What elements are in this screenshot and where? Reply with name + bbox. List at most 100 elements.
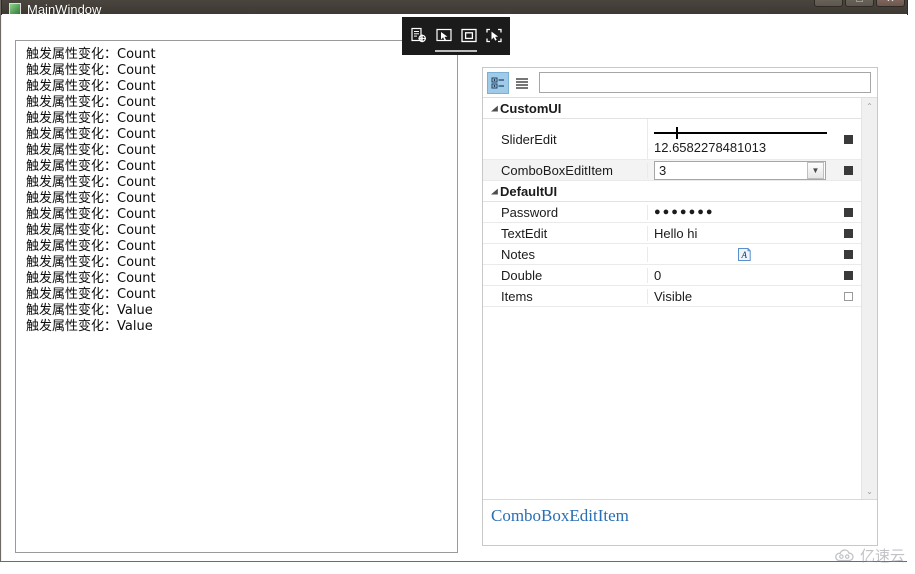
scroll-up-arrow-icon[interactable]: ⌃	[862, 98, 877, 114]
log-line: 触发属性变化：Count	[26, 271, 156, 286]
scroll-down-arrow-icon[interactable]: ⌄	[862, 483, 877, 499]
property-label: TextEdit	[483, 225, 648, 241]
property-grid-body: ◢ CustomUI SliderEdit 12.6582278481013 Combo…	[483, 98, 877, 499]
close-button[interactable]: ✕	[876, 0, 905, 7]
category-expand-arrow-icon[interactable]: ◢	[489, 182, 500, 200]
watermark-text: 亿速云	[859, 547, 905, 565]
property-label: Password	[483, 204, 648, 220]
property-grid-toolbar	[483, 68, 877, 98]
marker-filled-icon[interactable]	[843, 228, 853, 238]
slider-thumb[interactable]	[676, 126, 679, 139]
log-line: 触发属性变化：Count	[26, 207, 156, 222]
category-expand-arrow-icon[interactable]: ◢	[489, 99, 500, 117]
property-label: Double	[483, 267, 648, 283]
property-grid-rows: ◢ CustomUI SliderEdit 12.6582278481013 Combo…	[483, 98, 861, 499]
property-grid-panel: ◢ CustomUI SliderEdit 12.6582278481013 Combo…	[482, 67, 878, 546]
property-label: ComboBoxEditItem	[483, 162, 648, 178]
log-output-panel[interactable]: 触发属性变化：Count 触发属性变化：Count 触发属性变化：Count 触发属性…	[15, 40, 458, 553]
log-line: 触发属性变化：Value	[26, 319, 153, 334]
log-line: 触发属性变化：Count	[26, 255, 156, 270]
property-binding-marker[interactable]	[835, 249, 861, 259]
log-line: 触发属性变化：Count	[26, 191, 156, 206]
category-label: CustomUI	[500, 100, 562, 116]
combobox-editor[interactable]: 3 ▼	[654, 160, 826, 180]
property-binding-marker[interactable]	[835, 228, 861, 238]
log-line: 触发属性变化：Count	[26, 223, 156, 238]
property-label: Items	[483, 288, 648, 304]
property-value-cell[interactable]: A	[648, 247, 835, 262]
log-line: 触发属性变化：Count	[26, 47, 156, 62]
property-binding-marker[interactable]	[835, 270, 861, 280]
property-value-cell[interactable]: Visible	[648, 289, 835, 304]
property-row[interactable]: Password ●●●●●●●	[483, 202, 861, 223]
property-row[interactable]: Double 0	[483, 265, 861, 286]
property-label: Notes	[483, 246, 648, 262]
property-binding-marker[interactable]	[835, 119, 861, 159]
category-label: DefaultUI	[500, 183, 558, 199]
log-line: 触发属性变化：Count	[26, 63, 156, 78]
slider-control[interactable]	[654, 126, 827, 140]
alphabetical-view-icon[interactable]	[511, 72, 533, 94]
inspect-element-icon[interactable]	[408, 25, 430, 47]
slider-track[interactable]	[654, 131, 827, 134]
property-description-title: ComboBoxEditItem	[491, 506, 629, 525]
marker-filled-icon[interactable]	[843, 134, 853, 144]
property-value-cell[interactable]: 3 ▼	[648, 160, 835, 180]
cursor-frame-icon[interactable]	[433, 25, 455, 47]
property-row[interactable]: Items Visible	[483, 286, 861, 307]
property-binding-marker[interactable]	[835, 207, 861, 217]
client-area: 触发属性变化：Count 触发属性变化：Count 触发属性变化：Count 触发属性…	[2, 14, 907, 561]
password-value: ●●●●●●●	[654, 206, 715, 218]
main-window: MainWindow — □ ✕ 触发属性变化：Count触发属性变化：Coun…	[0, 0, 908, 562]
inspector-toolbar[interactable]	[402, 17, 510, 55]
property-value-cell[interactable]: Hello hi	[648, 226, 835, 241]
watermark: 亿速云	[834, 545, 905, 566]
property-value-cell[interactable]: 0	[648, 268, 835, 283]
property-row[interactable]: SliderEdit 12.6582278481013	[483, 119, 861, 160]
title-bar[interactable]: MainWindow — □ ✕	[1, 0, 908, 17]
property-search-input[interactable]	[539, 72, 871, 93]
log-line: 触发属性变化：Count	[26, 79, 156, 94]
property-category-header[interactable]: ◢ DefaultUI	[483, 181, 861, 202]
combobox-value: 3	[659, 162, 667, 178]
marker-filled-icon[interactable]	[843, 249, 853, 259]
svg-text:A: A	[740, 250, 747, 260]
cloud-logo-icon	[835, 548, 854, 561]
marker-empty-icon[interactable]	[843, 291, 853, 301]
marker-filled-icon[interactable]	[843, 207, 853, 217]
log-line: 触发属性变化：Count	[26, 111, 156, 126]
property-value-text: Hello hi	[654, 225, 698, 241]
property-value-text: Visible	[654, 288, 693, 304]
slider-value-text: 12.6582278481013	[654, 139, 767, 155]
log-line-list: 触发属性变化：Count 触发属性变化：Count 触发属性变化：Count 触发属性…	[26, 47, 455, 335]
categorized-view-icon[interactable]	[487, 71, 509, 94]
log-line: 触发属性变化：Count	[26, 127, 156, 142]
property-value-text: 0	[654, 267, 662, 283]
marker-filled-icon[interactable]	[843, 165, 853, 175]
log-line: 触发属性变化：Count	[26, 239, 156, 254]
property-value-cell[interactable]: ●●●●●●●	[648, 206, 835, 218]
notes-document-icon[interactable]: A	[654, 247, 835, 262]
property-binding-marker[interactable]	[835, 291, 861, 301]
property-grid-scrollbar[interactable]: ⌃ ⌄	[861, 98, 877, 499]
frame-select-icon[interactable]	[458, 25, 480, 47]
log-line: 触发属性变化：Count	[26, 143, 156, 158]
property-binding-marker[interactable]	[835, 165, 861, 175]
log-line: 触发属性变化：Count	[26, 287, 156, 302]
property-value-cell[interactable]: 12.6582278481013	[648, 119, 835, 159]
cursor-select-icon[interactable]	[483, 25, 505, 47]
property-description-pane: ComboBoxEditItem	[483, 499, 877, 545]
chevron-down-icon[interactable]: ▼	[807, 161, 824, 179]
log-line: 触发属性变化：Count	[26, 95, 156, 110]
property-category-header[interactable]: ◢ CustomUI	[483, 98, 861, 119]
minimize-button[interactable]: —	[814, 0, 843, 7]
toolbar-drag-grip[interactable]	[435, 50, 477, 52]
property-row[interactable]: ComboBoxEditItem 3 ▼	[483, 160, 861, 181]
maximize-button[interactable]: □	[845, 0, 874, 7]
property-row[interactable]: TextEdit Hello hi	[483, 223, 861, 244]
property-row[interactable]: Notes A	[483, 244, 861, 265]
scrollbar-track[interactable]	[862, 114, 877, 483]
log-line: 触发属性变化：Count	[26, 159, 156, 174]
log-line: 触发属性变化：Count	[26, 175, 156, 190]
marker-filled-icon[interactable]	[843, 270, 853, 280]
